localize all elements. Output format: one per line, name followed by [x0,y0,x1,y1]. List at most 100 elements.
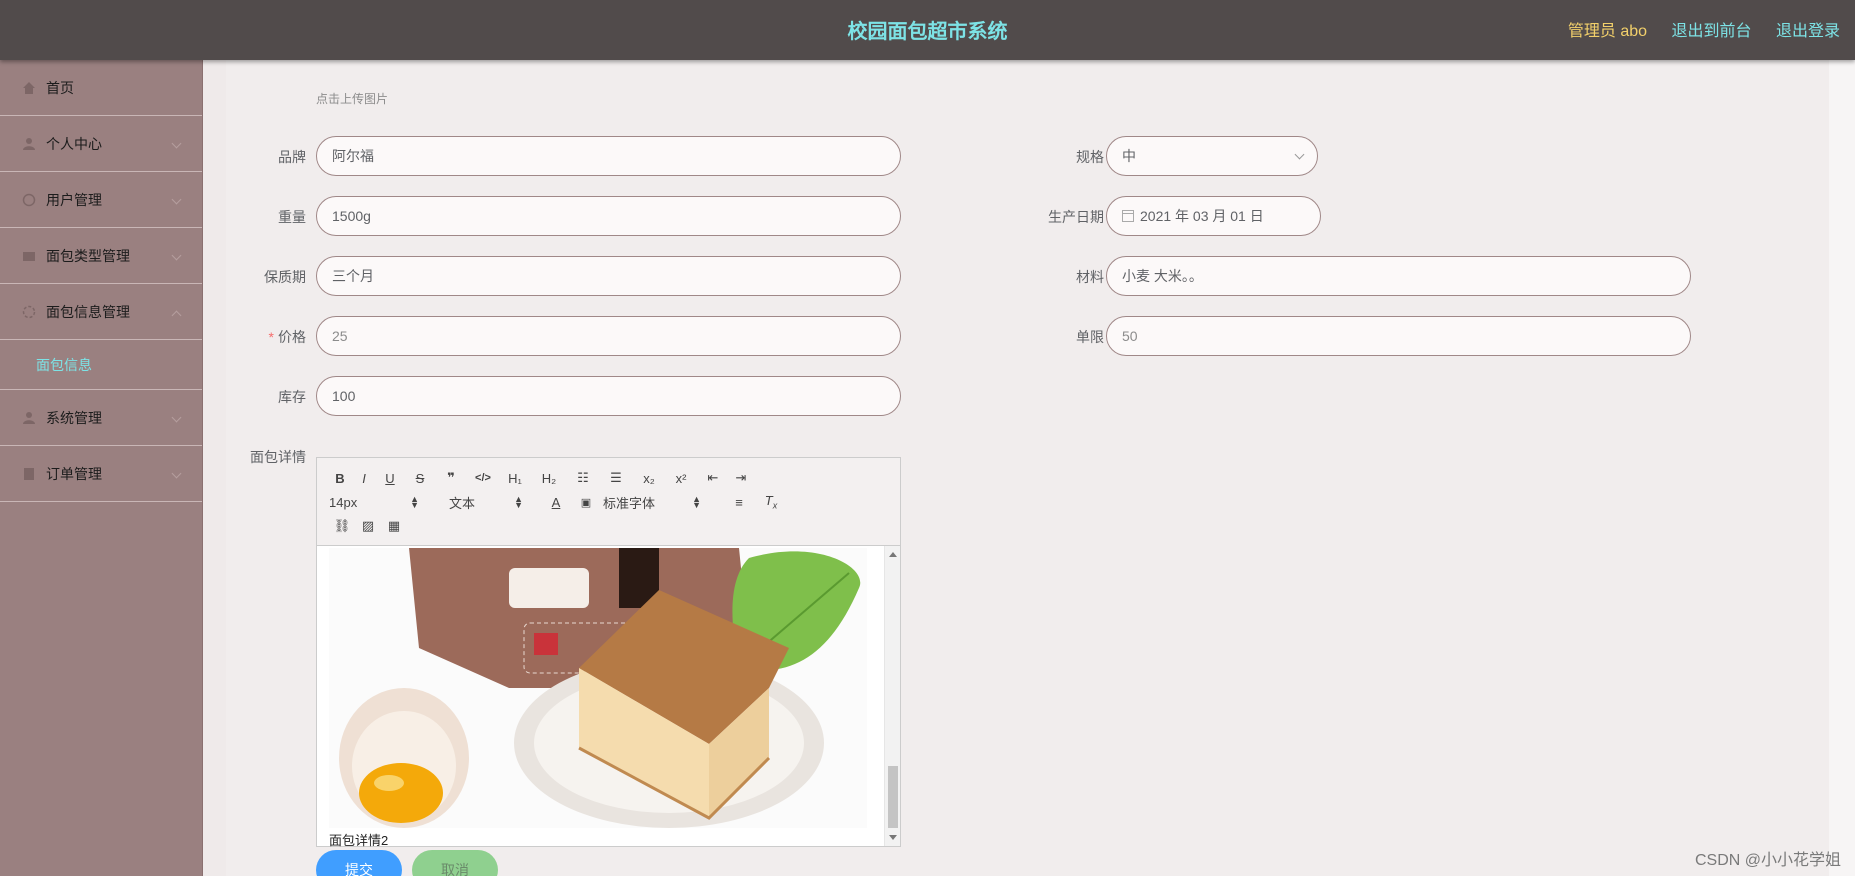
bold-button[interactable]: B [329,471,351,486]
stock-label: 库存 [278,389,306,405]
calendar-icon [1122,210,1134,222]
chevron-down-icon [171,138,182,148]
main-content: 点击上传图片 品牌 阿尔福 规格 中 重量 1500g 生产日期 2021 年 … [226,60,1829,876]
upload-image-hint[interactable]: 点击上传图片 [316,90,388,107]
material-field[interactable]: 小麦 大米。。 [1106,256,1691,296]
bread-photo [329,548,867,828]
stock-field[interactable]: 100 [316,376,901,416]
font-size-value: 14px [329,494,358,510]
spec-select[interactable]: 中 [1106,136,1318,176]
info-icon [22,305,36,319]
shelf-life-field[interactable]: 三个月 [316,256,901,296]
production-date-label: 生产日期 [1048,209,1104,225]
weight-label: 重量 [278,209,306,225]
heading1-button[interactable]: H₁ [501,471,529,486]
align-icon[interactable]: ≡ [721,495,757,510]
font-family-value: 标准字体 [603,495,656,511]
sidebar-item-bread-info[interactable]: 面包信息管理 [0,284,202,340]
chevron-down-icon [171,468,182,478]
video-icon[interactable]: ▦ [381,518,407,534]
material-label: 材料 [1076,269,1104,285]
limit-label: 单限 [1076,329,1104,345]
sidebar-item-profile[interactable]: 个人中心 [0,116,202,172]
superscript-button[interactable]: x² [663,471,699,486]
sidebar-item-system[interactable]: 系统管理 [0,390,202,446]
spec-label: 规格 [1076,149,1104,165]
top-header: 校园面包超市系统 管理员 abo 退出到前台 退出登录 [0,0,1855,60]
underline-button[interactable]: U [377,471,403,486]
limit-field[interactable]: 50 [1106,316,1691,356]
heading2-button[interactable]: H₂ [529,471,569,486]
font-size-select[interactable]: 14px ▲ ▼ [329,495,425,510]
image-icon[interactable]: ▨ [355,518,381,534]
sidebar-item-label: 个人中心 [46,135,102,152]
clear-format-icon[interactable]: Tx [757,493,785,511]
weight-field[interactable]: 1500g [316,196,901,236]
sidebar-subitem-bread-info[interactable]: 面包信息 [0,340,202,390]
logout-link[interactable]: 退出登录 [1776,23,1840,40]
chevron-down-icon [1294,149,1305,160]
back-to-frontend-link[interactable]: 退出到前台 [1672,23,1752,40]
brand-label: 品牌 [278,149,306,165]
bullet-list-icon[interactable]: ☰ [597,470,635,486]
header-actions: 管理员 abo 退出到前台 退出登录 [1548,0,1840,64]
block-type-value: 文本 [449,495,476,511]
chevron-down-icon [171,194,182,204]
system-icon [22,411,36,425]
editor-content-area[interactable]: 面包详情2 [317,546,900,848]
editor-scrollbar[interactable] [884,546,900,846]
block-type-select[interactable]: 文本 ▲ ▼ [439,493,529,512]
detail-label: 面包详情 [250,449,306,465]
csdn-watermark: CSDN @小小花学姐 [1694,852,1841,869]
sidebar-item-orders[interactable]: 订单管理 [0,446,202,502]
select-arrows-icon: ▲ ▼ [692,494,701,510]
editor-body-text: 面包详情2 [329,833,389,848]
page-scroll-track [1829,60,1855,876]
sidebar-item-label: 面包信息管理 [46,303,130,320]
production-date-value: 2021 年 03 月 01 日 [1140,208,1264,224]
scroll-up-arrow[interactable] [889,552,897,557]
users-icon [22,193,36,207]
order-icon [22,467,36,481]
sidebar-item-home[interactable]: 首页 [0,60,202,116]
italic-button[interactable]: I [351,471,377,486]
scroll-thumb[interactable] [888,766,898,828]
shelf-life-label: 保质期 [264,269,306,285]
chevron-down-icon [171,412,182,422]
background-color-icon[interactable]: ▣ [569,496,603,509]
price-field[interactable]: 25 [316,316,901,356]
select-arrows-icon: ▲ ▼ [514,494,523,510]
brand-field[interactable]: 阿尔福 [316,136,901,176]
select-arrows-icon: ▲ ▼ [410,494,419,510]
sidebar: 首页 个人中心 用户管理 面包类型管理 面包信息管理 面包信息 系统管理 订单管… [0,60,203,876]
code-block-icon[interactable]: </> [465,472,501,484]
sidebar-item-label: 面包类型管理 [46,247,130,264]
submit-button[interactable]: 提交 [316,850,402,876]
category-icon [22,249,36,263]
required-asterisk: * [268,329,274,345]
sidebar-item-label: 系统管理 [46,409,102,426]
user-icon [22,137,36,151]
subscript-button[interactable]: x₂ [635,471,663,486]
sidebar-item-users[interactable]: 用户管理 [0,172,202,228]
font-color-icon[interactable]: A [543,495,569,510]
cancel-button[interactable]: 取消 [412,850,498,876]
editor-toolbar: B I U S ❞ </> H₁ H₂ ☷ ☰ x₂ x² ⇤ ⇥ 14px ▲… [317,458,900,546]
sidebar-item-bread-types[interactable]: 面包类型管理 [0,228,202,284]
sidebar-item-label: 订单管理 [46,465,102,482]
spec-selected-value: 中 [1122,148,1136,164]
production-date-picker[interactable]: 2021 年 03 月 01 日 [1106,196,1321,236]
home-icon [22,81,36,95]
blockquote-icon[interactable]: ❞ [437,470,465,486]
scroll-down-arrow[interactable] [889,835,897,840]
sidebar-item-label: 用户管理 [46,191,102,208]
link-icon[interactable]: ⛓ [329,518,355,534]
chevron-up-icon [171,310,182,320]
ordered-list-icon[interactable]: ☷ [569,470,597,486]
outdent-icon[interactable]: ⇤ [699,470,727,486]
font-family-select[interactable]: 标准字体 ▲ ▼ [603,493,707,512]
sidebar-item-label: 首页 [46,79,74,96]
chevron-down-icon [171,250,182,260]
indent-icon[interactable]: ⇥ [727,470,755,486]
strike-button[interactable]: S [403,471,437,486]
